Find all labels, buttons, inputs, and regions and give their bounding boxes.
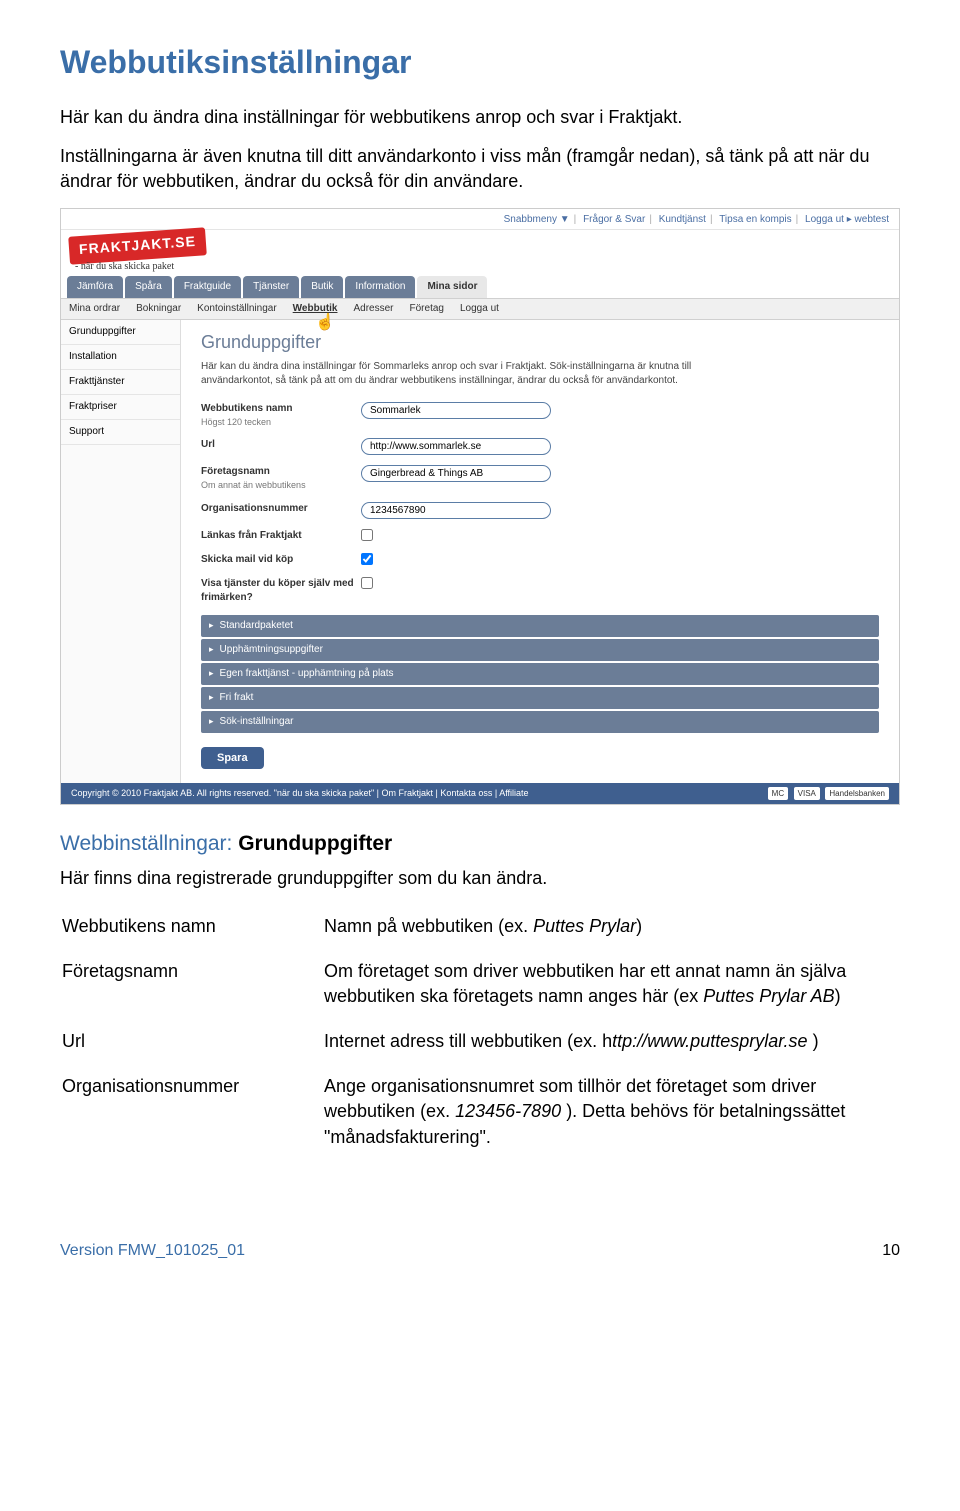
sidebar: Grunduppgifter Installation Frakttjänste… (61, 320, 181, 782)
toplink-fragor[interactable]: Frågor & Svar (583, 214, 645, 225)
accordion-standardpaketet[interactable]: Standardpaketet (201, 615, 879, 637)
site-tagline: - när du ska skicka paket (75, 260, 174, 274)
intro-paragraph-1: Här kan du ändra dina inställningar för … (60, 105, 900, 130)
nav-spara[interactable]: Spåra (125, 276, 172, 298)
footer-copyright: Copyright © 2010 Fraktjakt AB. All right… (71, 787, 529, 800)
page-number: 10 (882, 1240, 900, 1262)
toplink-kundtjanst[interactable]: Kundtjänst (659, 214, 706, 225)
nav-information[interactable]: Information (345, 276, 415, 298)
desc-webbutikens-namn: Namn på webbutiken (ex. Puttes Prylar) (324, 914, 898, 957)
version-label: Version FMW_101025_01 (60, 1240, 245, 1262)
subnav-loggaut[interactable]: Logga ut (460, 302, 499, 316)
app-footer: Copyright © 2010 Fraktjakt AB. All right… (61, 783, 899, 804)
nav-jamfora[interactable]: Jämföra (67, 276, 123, 298)
toplink-snabbmeny[interactable]: Snabbmeny ▼ (504, 214, 570, 225)
label-orgnr: Organisationsnummer (201, 502, 361, 516)
subnav-minaordrar[interactable]: Mina ordrar (69, 302, 120, 316)
label-lankas: Länkas från Fraktjakt (201, 529, 361, 543)
label-skickamail: Skicka mail vid köp (201, 553, 361, 567)
content-panel: Grunduppgifter Här kan du ändra dina ins… (181, 320, 899, 782)
term-foretagsnamn: Företagsnamn (62, 959, 322, 1027)
card-mastercard-icon: MC (768, 787, 788, 800)
sidebar-grunduppgifter[interactable]: Grunduppgifter (61, 320, 180, 345)
toplink-loggaut[interactable]: Logga ut ▸ (805, 214, 852, 225)
sidebar-installation[interactable]: Installation (61, 345, 180, 370)
input-orgnr[interactable] (361, 502, 551, 519)
checkbox-lankas[interactable] (361, 529, 373, 541)
label-visatjanster: Visa tjänster du köper själv med frimärk… (201, 577, 361, 605)
desc-orgnr: Ange organisationsnumret som tillhör det… (324, 1074, 898, 1168)
subnav-webbutik[interactable]: Webbutik (293, 302, 338, 316)
save-button[interactable]: Spara (201, 747, 264, 769)
sidebar-fraktpriser[interactable]: Fraktpriser (61, 395, 180, 420)
checkbox-skickamail[interactable] (361, 553, 373, 565)
nav-fraktguide[interactable]: Fraktguide (174, 276, 241, 298)
accordion-upphamtning[interactable]: Upphämtningsuppgifter (201, 639, 879, 661)
subnav-konto[interactable]: Kontoinställningar (197, 302, 277, 316)
subnav-adresser[interactable]: Adresser (354, 302, 394, 316)
sidebar-frakttjanster[interactable]: Frakttjänster (61, 370, 180, 395)
definition-table: Webbutikens namn Namn på webbutiken (ex.… (60, 912, 900, 1170)
checkbox-visatjanster[interactable] (361, 577, 373, 589)
nav-minasidor[interactable]: Mina sidor (417, 276, 487, 298)
accordion-sokinstallningar[interactable]: Sök-inställningar (201, 711, 879, 733)
input-url[interactable] (361, 438, 551, 455)
page-title: Webbutiksinställningar (60, 40, 900, 85)
card-handelsbanken-icon: Handelsbanken (825, 787, 889, 800)
intro-paragraph-2: Inställningarna är även knutna till ditt… (60, 144, 900, 194)
site-logo[interactable]: FRAKTJAKT.SE (68, 228, 207, 265)
label-webbutikens-namn: Webbutikens namn Högst 120 tecken (201, 402, 361, 429)
desc-foretagsnamn: Om företaget som driver webbutiken har e… (324, 959, 898, 1027)
desc-url: Internet adress till webbutiken (ex. htt… (324, 1029, 898, 1072)
footer-cards: MC VISA Handelsbanken (765, 787, 889, 800)
toplink-user: webtest (855, 214, 889, 225)
app-screenshot: Snabbmeny ▼| Frågor & Svar| Kundtjänst| … (60, 208, 900, 805)
card-visa-icon: VISA (794, 787, 820, 800)
term-orgnr: Organisationsnummer (62, 1074, 322, 1168)
section-title: Webbinställningar: Grunduppgifter (60, 829, 900, 858)
nav-tjanster[interactable]: Tjänster (243, 276, 299, 298)
label-foretagsnamn: Företagsnamn Om annat än webbutikens (201, 465, 361, 492)
nav-butik[interactable]: Butik (301, 276, 343, 298)
subnav-foretag[interactable]: Företag (410, 302, 444, 316)
term-webbutikens-namn: Webbutikens namn (62, 914, 322, 957)
main-nav: Jämföra Spåra Fraktguide Tjänster Butik … (61, 276, 899, 299)
accordion-egenfrakt[interactable]: Egen frakttjänst - upphämtning på plats (201, 663, 879, 685)
accordion-frifrakt[interactable]: Fri frakt (201, 687, 879, 709)
sidebar-support[interactable]: Support (61, 420, 180, 445)
term-url: Url (62, 1029, 322, 1072)
section-subtitle: Här finns dina registrerade grunduppgift… (60, 866, 900, 891)
label-url: Url (201, 438, 361, 452)
content-heading: Grunduppgifter (201, 330, 879, 355)
sub-nav: Mina ordrar Bokningar Kontoinställningar… (61, 299, 899, 320)
input-webbutikens-namn[interactable] (361, 402, 551, 419)
subnav-bokningar[interactable]: Bokningar (136, 302, 181, 316)
top-link-bar: Snabbmeny ▼| Frågor & Svar| Kundtjänst| … (61, 209, 899, 230)
content-description: Här kan du ändra dina inställningar för … (201, 360, 721, 388)
document-footer: Version FMW_101025_01 10 (60, 1240, 900, 1262)
input-foretagsnamn[interactable] (361, 465, 551, 482)
logo-row: FRAKTJAKT.SE - när du ska skicka paket (61, 230, 899, 276)
toplink-tipsa[interactable]: Tipsa en kompis (719, 214, 791, 225)
